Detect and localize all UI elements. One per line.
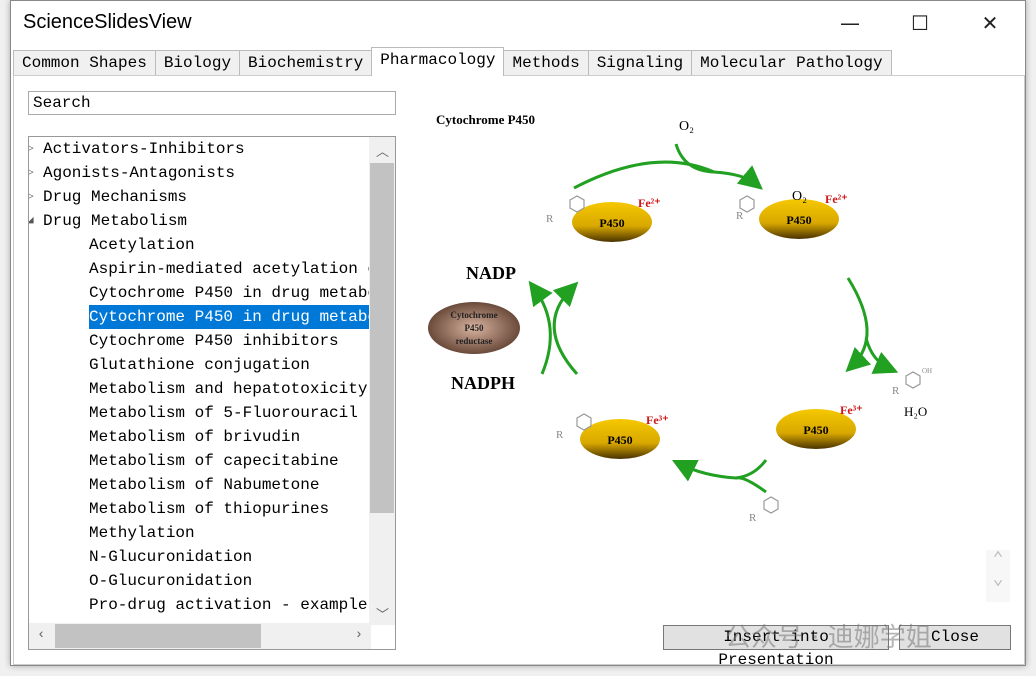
r-group-label: R: [892, 385, 900, 397]
tab-common-shapes[interactable]: Common Shapes: [13, 50, 156, 76]
fe3-label: Fe³⁺: [840, 403, 863, 417]
tab-methods[interactable]: Methods: [503, 50, 589, 76]
tab-biology[interactable]: Biology: [154, 50, 241, 76]
r-group-label: R: [736, 210, 744, 222]
dialog-window: ScienceSlidesView — ☐ ✕ Common Shapes Bi…: [10, 0, 1026, 669]
close-button[interactable]: Close: [899, 625, 1011, 650]
p450-label: P450: [786, 213, 811, 227]
slide-title: Cytochrome P450: [436, 112, 535, 127]
fe3-label: Fe³⁺: [646, 413, 669, 427]
preview-scroll-arrows[interactable]: ⌃ ⌄: [986, 550, 1010, 602]
o2-bound-label: O₂: [792, 189, 807, 204]
r-group-label: R: [556, 429, 564, 441]
tab-bar: Common Shapes Biology Biochemistry Pharm…: [13, 47, 892, 76]
slide-preview[interactable]: Cytochrome P450 P450 P450 P450 P450 Fe²⁺…: [14, 76, 1024, 664]
r-group-label: R: [546, 213, 554, 225]
tab-panel: Pro-drug activation - examplesO-Glucuron…: [13, 75, 1025, 665]
p450-label: P450: [607, 433, 632, 447]
window-title: ScienceSlidesView: [23, 11, 192, 33]
p450-label: P450: [803, 423, 828, 437]
water-label: H₂O: [904, 404, 927, 419]
insert-into-presentation-button[interactable]: Insert into Presentation: [663, 625, 889, 669]
fe2-label: Fe²⁺: [825, 192, 848, 206]
tab-biochemistry[interactable]: Biochemistry: [239, 50, 373, 76]
hydroxyl-label: OH: [922, 367, 932, 375]
fe2-label: Fe²⁺: [638, 196, 661, 210]
maximize-button[interactable]: ☐: [897, 7, 943, 39]
benzene-ring-icons: [569, 195, 921, 514]
reductase-label: reductase: [456, 336, 493, 346]
reductase-label: P450: [465, 323, 484, 333]
tab-molecular-pathology[interactable]: Molecular Pathology: [691, 50, 892, 76]
tab-signaling[interactable]: Signaling: [587, 50, 693, 76]
minimize-button[interactable]: —: [827, 7, 873, 39]
close-window-button[interactable]: ✕: [967, 7, 1013, 39]
nadp-label: NADP: [466, 263, 516, 283]
o2-label: O₂: [679, 119, 694, 134]
p450-label: P450: [599, 216, 624, 230]
r-group-label: R: [749, 512, 757, 524]
enzyme-nodes: [428, 199, 856, 459]
nadph-label: NADPH: [451, 373, 515, 393]
reductase-label: Cytochrome: [450, 310, 497, 320]
tab-pharmacology[interactable]: Pharmacology: [371, 47, 505, 76]
